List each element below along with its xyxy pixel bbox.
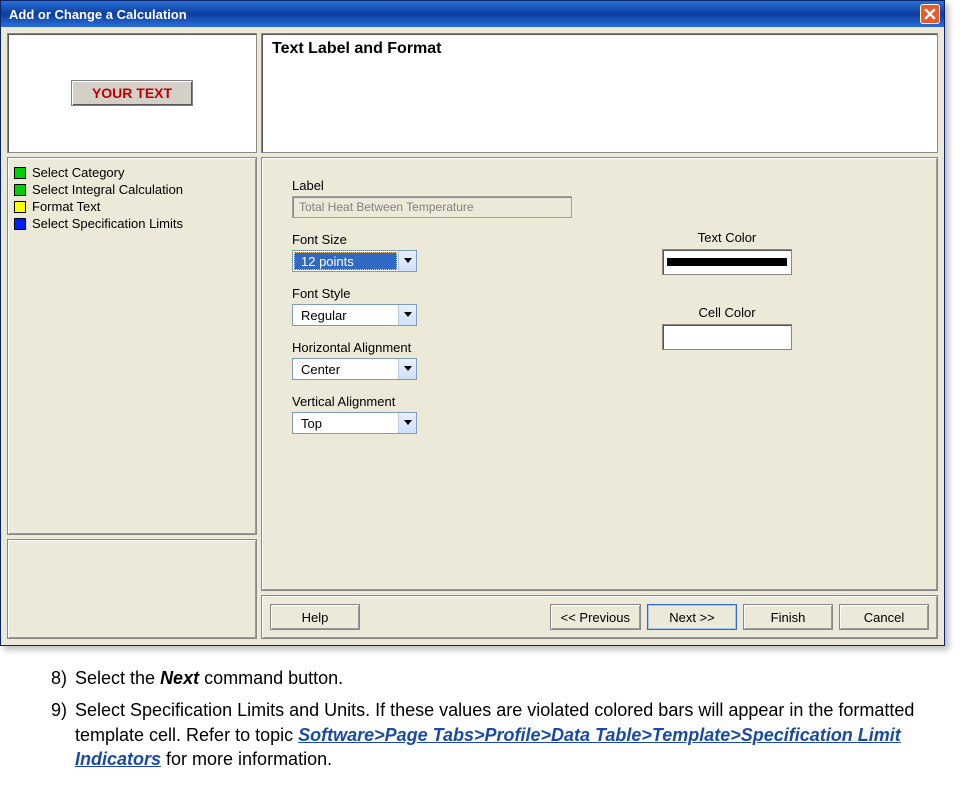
- titlebar: Add or Change a Calculation: [1, 1, 944, 27]
- halign-caption: Horizontal Alignment: [292, 340, 907, 355]
- help-button[interactable]: Help: [270, 604, 360, 630]
- close-icon: [924, 8, 936, 20]
- chevron-down-icon: [398, 359, 416, 379]
- panel-title: Text Label and Format: [261, 33, 938, 153]
- text-emph: Next: [160, 668, 199, 688]
- instruction-text: 8) Select the Next command button. 9) Se…: [35, 666, 970, 779]
- close-button[interactable]: [920, 4, 940, 24]
- step-label: Select Specification Limits: [32, 216, 183, 231]
- next-button[interactable]: Next >>: [647, 604, 737, 630]
- steps-list: Select Category Select Integral Calculat…: [7, 157, 257, 535]
- window-title: Add or Change a Calculation: [9, 7, 187, 22]
- text: for more information.: [161, 749, 332, 769]
- form-panel: Label Font Size 12 points Font Style: [261, 157, 938, 591]
- label-caption: Label: [292, 178, 907, 193]
- step-label: Format Text: [32, 199, 100, 214]
- step-swatch-icon: [14, 184, 26, 196]
- cellcolor-picker[interactable]: [662, 324, 792, 350]
- button-bar: Help << Previous Next >> Finish Cancel: [261, 595, 938, 639]
- preview-chip: YOUR TEXT: [71, 80, 193, 106]
- text: command button.: [199, 668, 343, 688]
- step-swatch-icon: [14, 218, 26, 230]
- cancel-button[interactable]: Cancel: [839, 604, 929, 630]
- valign-caption: Vertical Alignment: [292, 394, 907, 409]
- textcolor-picker[interactable]: [662, 249, 792, 275]
- finish-button[interactable]: Finish: [743, 604, 833, 630]
- text: Select the: [75, 668, 160, 688]
- step-label: Select Category: [32, 165, 125, 180]
- fontstyle-select[interactable]: Regular: [292, 304, 417, 326]
- halign-value: Center: [294, 360, 397, 378]
- step-swatch-icon: [14, 167, 26, 179]
- label-input[interactable]: [292, 196, 572, 218]
- chevron-down-icon: [398, 305, 416, 325]
- info-box: [7, 539, 257, 639]
- halign-select[interactable]: Center: [292, 358, 417, 380]
- fontstyle-caption: Font Style: [292, 286, 907, 301]
- step-label: Select Integral Calculation: [32, 182, 183, 197]
- step-item[interactable]: Select Category: [12, 164, 252, 181]
- valign-value: Top: [294, 414, 397, 432]
- fontsize-select[interactable]: 12 points: [292, 250, 417, 272]
- step-item[interactable]: Select Specification Limits: [12, 215, 252, 232]
- dialog-window: Add or Change a Calculation YOUR TEXT Se…: [0, 0, 945, 646]
- previous-button[interactable]: << Previous: [550, 604, 641, 630]
- list-number: 8): [35, 666, 75, 690]
- fontstyle-value: Regular: [294, 306, 397, 324]
- valign-select[interactable]: Top: [292, 412, 417, 434]
- textcolor-sample: [667, 258, 787, 266]
- chevron-down-icon: [398, 413, 416, 433]
- textcolor-caption: Text Color: [662, 230, 792, 245]
- step-item[interactable]: Select Integral Calculation: [12, 181, 252, 198]
- step-swatch-icon: [14, 201, 26, 213]
- step-item[interactable]: Format Text: [12, 198, 252, 215]
- list-number: 9): [35, 698, 75, 771]
- preview-box: YOUR TEXT: [7, 33, 257, 153]
- cellcolor-caption: Cell Color: [662, 305, 792, 320]
- fontsize-caption: Font Size: [292, 232, 907, 247]
- chevron-down-icon: [398, 251, 416, 271]
- fontsize-value: 12 points: [294, 252, 397, 270]
